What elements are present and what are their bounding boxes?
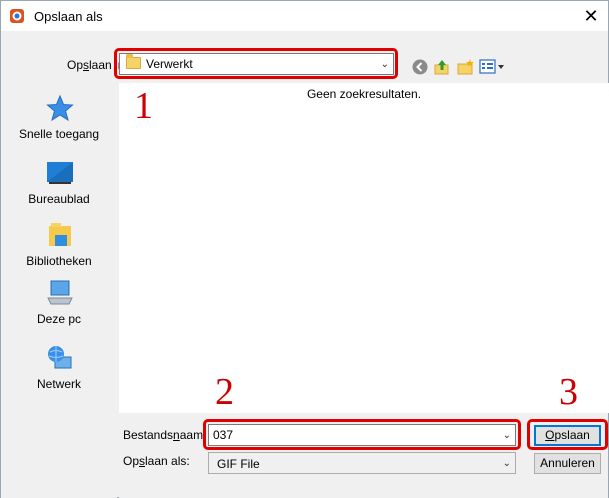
- chevron-down-icon: ⌄: [380, 58, 389, 70]
- chevron-down-icon: ⌄: [502, 457, 511, 469]
- app-icon: [10, 9, 24, 23]
- save-as-dialog: Opslaan als ✕ Opslaan in: Verwerkt ⌄ Sne…: [0, 0, 609, 498]
- folder-icon: [126, 54, 141, 69]
- network-icon: [48, 346, 72, 369]
- filename-input[interactable]: 037 ⌄: [208, 424, 516, 446]
- save-in-dropdown[interactable]: Verwerkt ⌄: [119, 53, 394, 75]
- places-bar: Snelle toegang Bureaublad Bibliotheken D…: [1, 83, 117, 498]
- filename-label: Bestandsnaam:: [123, 428, 207, 442]
- back-icon[interactable]: [411, 58, 429, 76]
- new-folder-icon[interactable]: [457, 58, 475, 76]
- place-label: Snelle toegang: [18, 127, 100, 141]
- save-button[interactable]: Opslaan: [534, 425, 601, 446]
- cancel-button[interactable]: Annuleren: [534, 453, 601, 474]
- this-pc-icon: [47, 280, 73, 305]
- filename-value: 037: [213, 428, 234, 442]
- annotation-number-1: 1: [134, 85, 153, 127]
- view-menu-icon[interactable]: [479, 58, 505, 76]
- place-label: Netwerk: [36, 377, 81, 391]
- libraries-icon: [49, 223, 71, 246]
- title-bar: Opslaan als ✕: [1, 1, 608, 31]
- save-as-type-label: Opslaan als:: [123, 454, 190, 468]
- window-title: Opslaan als: [34, 9, 103, 24]
- empty-results-message: Geen zoekresultaten.: [306, 87, 422, 101]
- quick-access-star-icon: [46, 94, 74, 122]
- place-label: Bibliotheken: [26, 254, 92, 268]
- up-folder-icon[interactable]: [433, 58, 451, 76]
- chevron-down-icon: ⌄: [502, 429, 511, 441]
- desktop-icon: [47, 162, 73, 184]
- place-label: Deze pc: [36, 312, 82, 326]
- filetype-value: GIF File: [217, 457, 260, 471]
- place-label: Bureaublad: [28, 192, 90, 206]
- save-as-type-dropdown[interactable]: GIF File ⌄: [208, 452, 516, 474]
- save-in-value: Verwerkt: [146, 57, 193, 71]
- file-list[interactable]: Geen zoekresultaten.: [119, 83, 609, 413]
- annotation-number-3: 3: [559, 371, 578, 413]
- annotation-number-2: 2: [215, 371, 234, 413]
- close-button[interactable]: ✕: [580, 5, 602, 27]
